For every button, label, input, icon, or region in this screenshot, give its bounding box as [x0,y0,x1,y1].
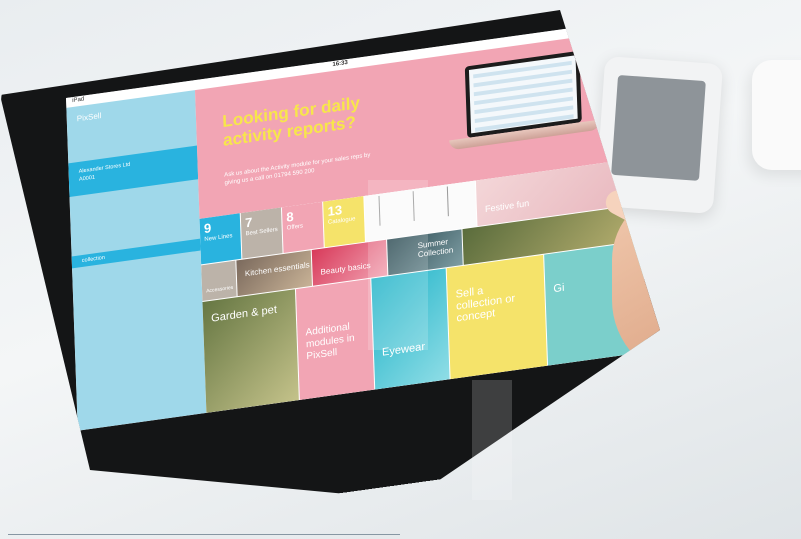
tile-sell-collection[interactable]: Sell a collection or concept [446,254,548,380]
app-brand: PixSell [76,111,102,124]
sidebar-item-collection[interactable]: collection [71,238,201,269]
holding-hand [612,190,660,380]
tile-eyewear[interactable]: Eyewear [371,268,450,390]
collection-label: Sell a collection or concept [455,285,516,325]
festive-label: Festive fun [484,198,530,215]
garden-label: Garden & pet [210,303,278,325]
battery-label: 100% [611,21,627,30]
phone-screen [611,74,706,181]
divider-line [8,534,400,535]
account-selector[interactable]: Alexander Stores Ltd A0001 [68,145,199,198]
kitchen-label: Kitchen essentials [244,260,310,279]
sidebar: PixSell Alexander Stores Ltd A0001 colle… [66,90,207,431]
gift-label: Gi [553,281,565,296]
beauty-label: Beauty basics [320,260,371,277]
wine-glass-icon [412,189,429,222]
wine-glass-icon [378,193,395,226]
carrier-label: iPad [72,96,85,105]
additional-label: Additional modules in PixSell [305,321,355,363]
tile-garden[interactable]: Garden & pet [202,289,299,413]
background-mug [752,60,801,170]
product-photo: iPad 16:33 100% PixSell Alexander Stores… [0,0,801,539]
eyewear-label: Eyewear [381,340,426,359]
clock: 16:33 [332,59,348,69]
tile-accessories[interactable]: Accessories [201,260,237,302]
laptop-image [447,48,601,164]
promo-body: Ask us about the Activity module for you… [224,152,371,187]
tile-offers[interactable]: 8 Offers [281,201,324,253]
tile-catalogue[interactable]: 13 Catalogue [323,196,365,248]
tile-best-sellers[interactable]: 7 Best Sellers [240,207,283,259]
tile-additional-modules[interactable]: Additional modules in PixSell [295,278,375,400]
accessories-label: Accessories [206,284,234,295]
wine-glass-icon [446,184,463,217]
tile-new-lines[interactable]: 9 New Lines [199,213,242,265]
promo-headline: Looking for daily activity reports? [222,93,361,150]
summer-label: Summer Collection [417,237,454,260]
